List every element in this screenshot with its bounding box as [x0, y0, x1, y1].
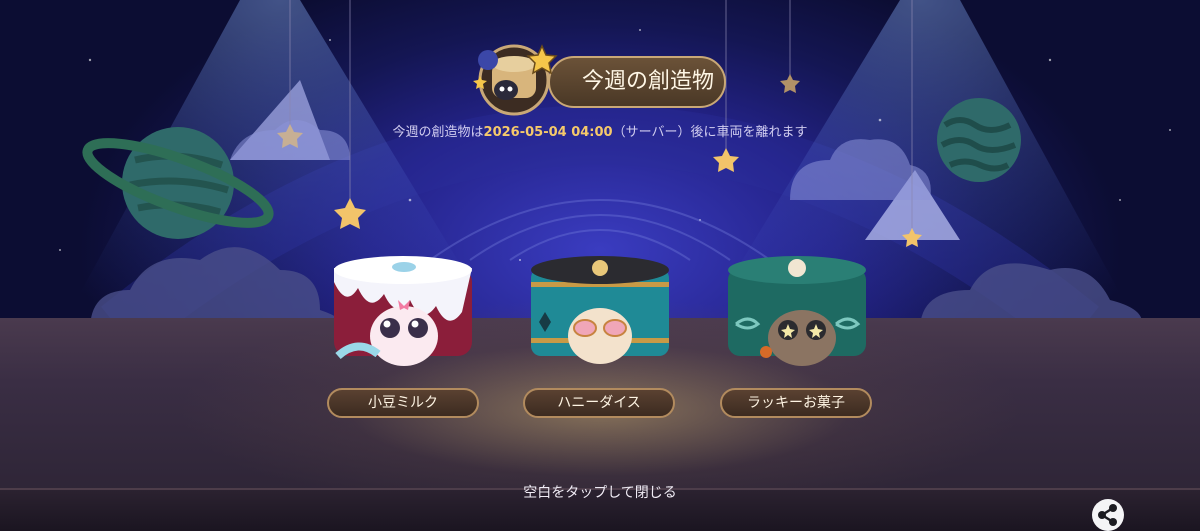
- notice-prefix: 今週の創造物は: [392, 125, 484, 140]
- stage-background[interactable]: 今週の創造物 今週の創造物は2026-05-04 04:00（サーバー）後に車両…: [0, 0, 1200, 531]
- page-title: 今週の創造物: [581, 69, 714, 94]
- share-icon: [1098, 504, 1117, 526]
- notice-suffix: （サーバー）後に車両を離れます: [612, 125, 808, 140]
- creature-honey-dice[interactable]: [525, 252, 675, 372]
- departure-notice: 今週の創造物は2026-05-04 04:00（サーバー）後に車両を離れます: [300, 121, 900, 140]
- notice-datetime: 2026-05-04 04:00: [483, 125, 613, 140]
- creature-label-lucky-sweets[interactable]: ラッキーお菓子: [720, 388, 872, 418]
- creature-adzuki-milk[interactable]: [328, 252, 478, 372]
- creature-badge-icon: [473, 44, 558, 116]
- creature-label-honey-dice[interactable]: ハニーダイス: [523, 388, 675, 418]
- creature-label-adzuki-milk[interactable]: 小豆ミルク: [327, 388, 479, 418]
- planet-right-icon: [937, 98, 1021, 182]
- share-button[interactable]: [1092, 499, 1124, 531]
- close-hint: 空白をタップして閉じる: [523, 485, 677, 501]
- creature-lucky-sweets[interactable]: [722, 252, 872, 372]
